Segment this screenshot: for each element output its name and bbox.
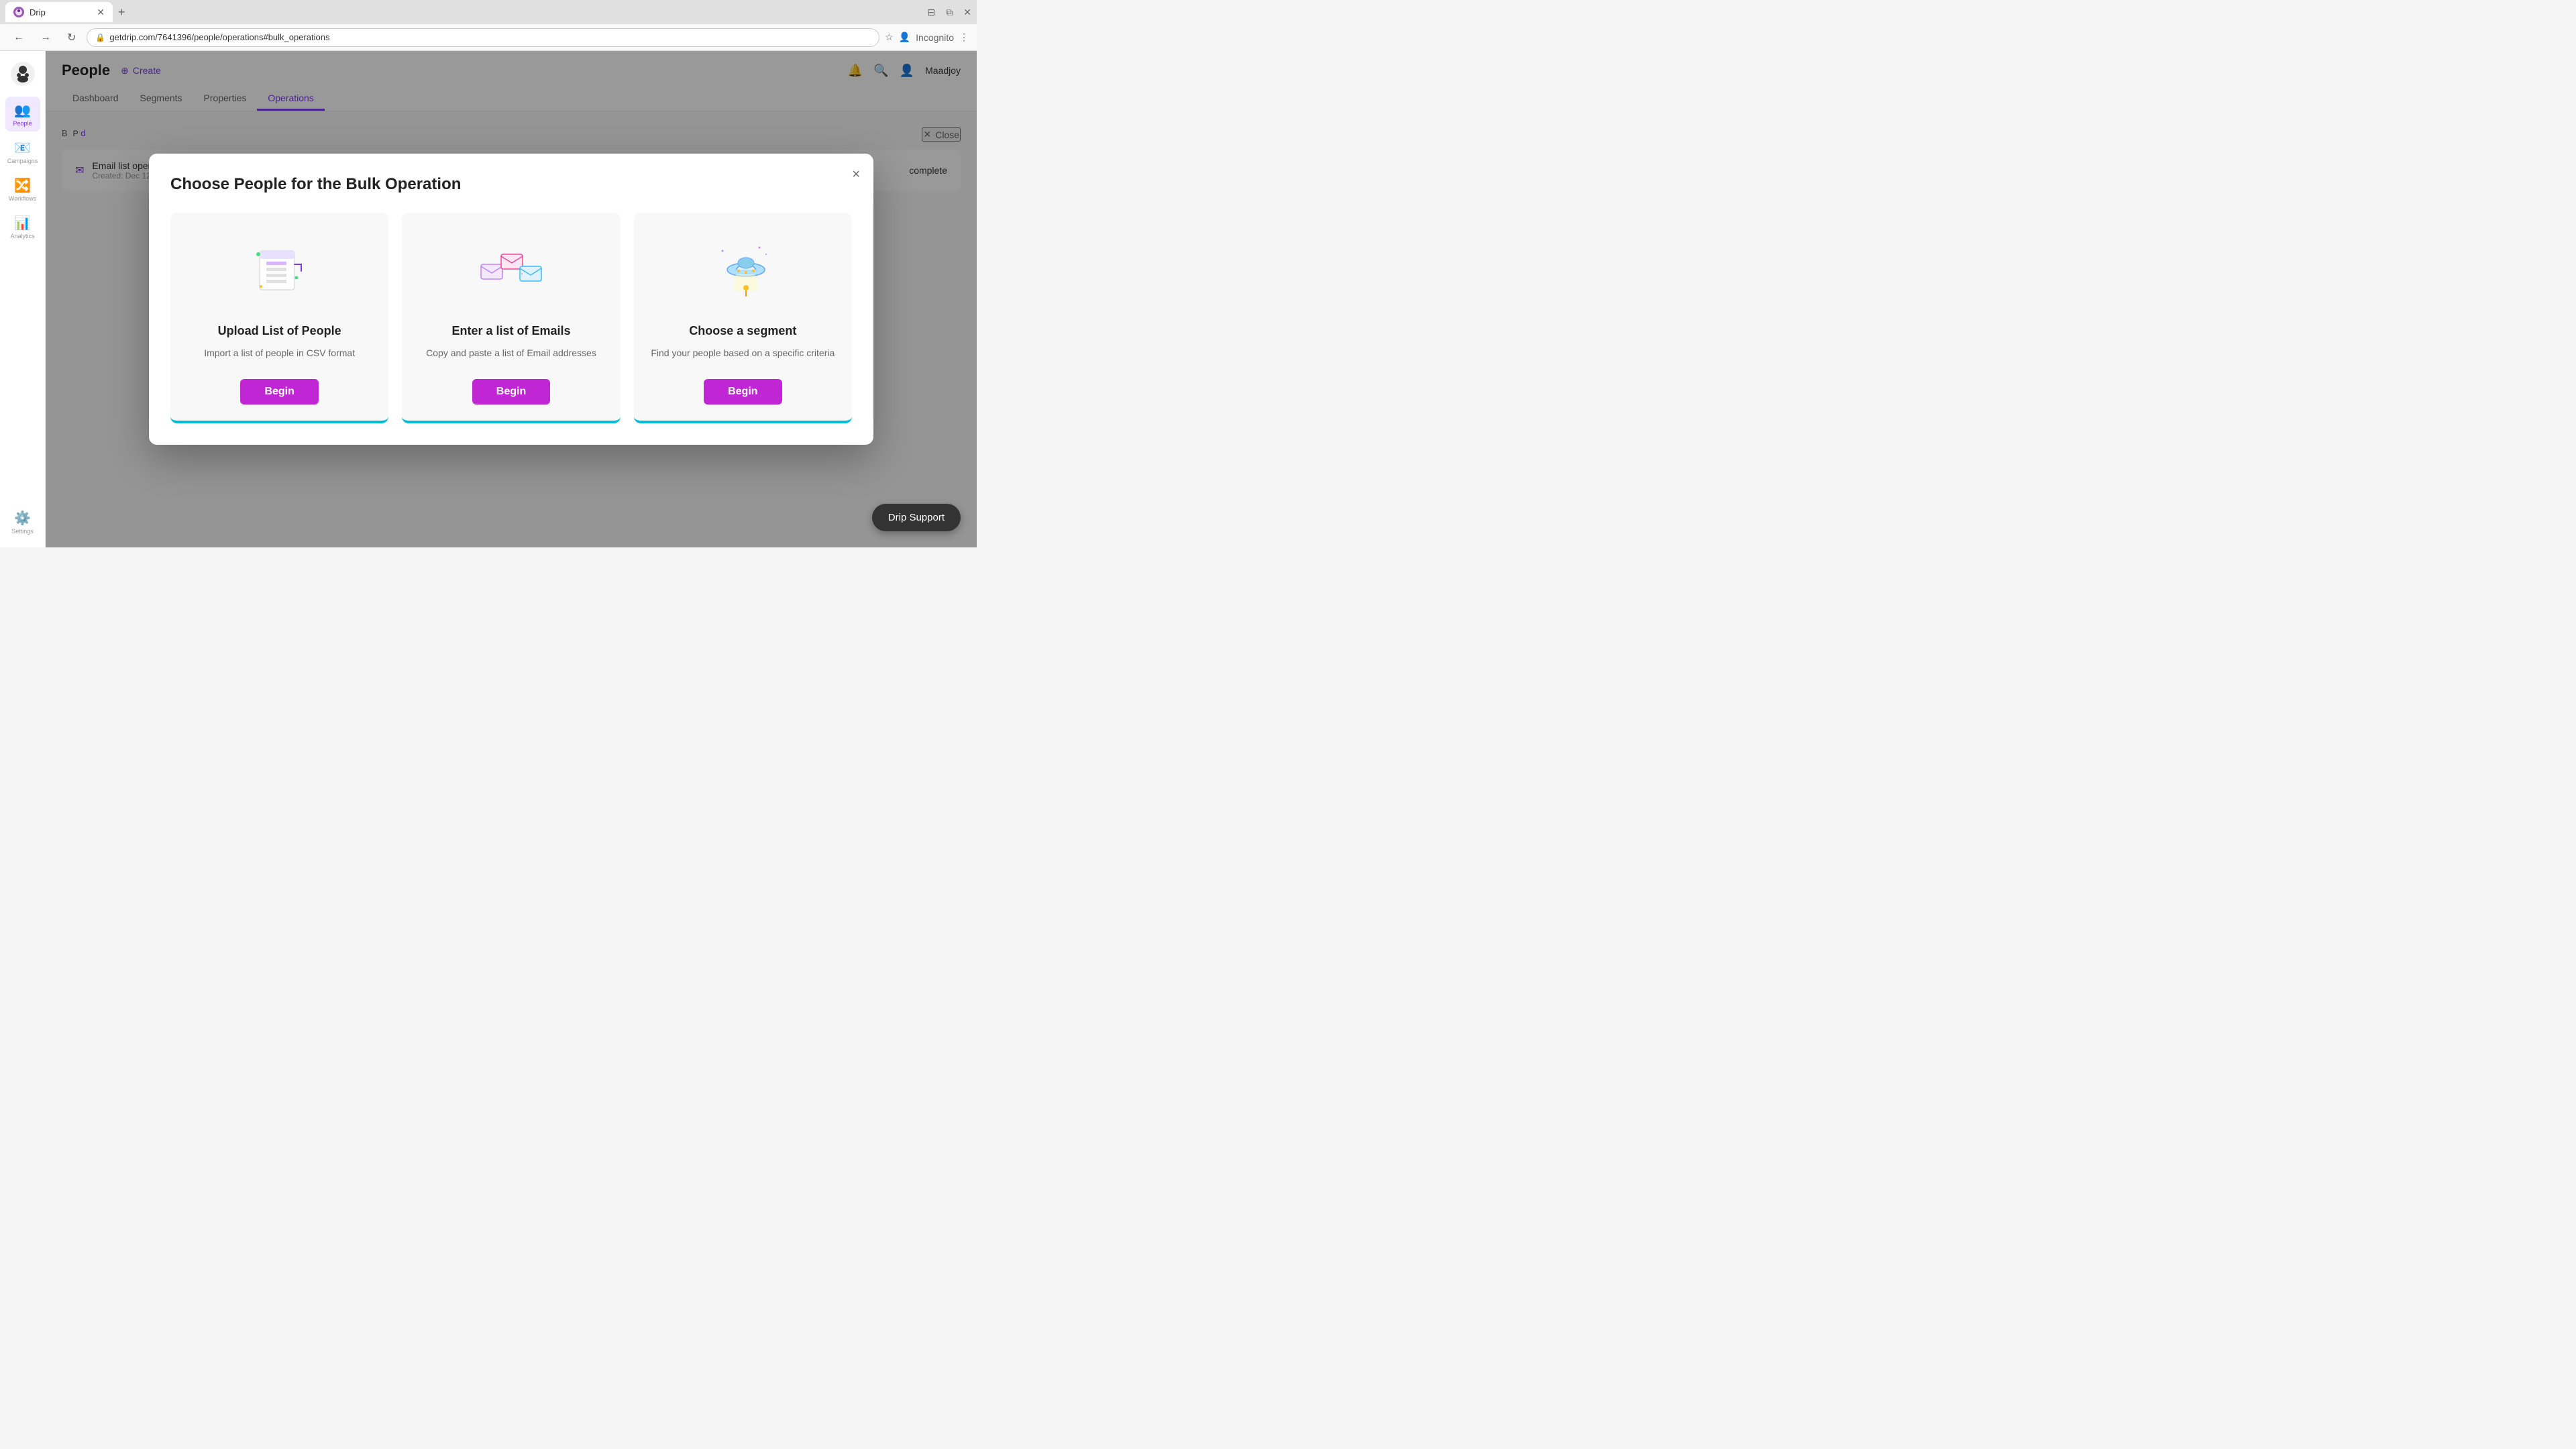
card-desc-upload: Import a list of people in CSV format: [204, 346, 355, 360]
main-content: People ⊕ Create 🔔 🔍 👤 Maadjoy Dashboard …: [46, 51, 977, 547]
incognito-label: Incognito: [916, 32, 954, 43]
lock-icon: 🔒: [95, 33, 105, 42]
sidebar-item-analytics[interactable]: 📊 Analytics: [5, 209, 40, 244]
reload-button[interactable]: ↻: [62, 28, 81, 47]
sidebar-label-workflows: Workflows: [9, 195, 36, 202]
new-tab-button[interactable]: +: [113, 5, 131, 19]
analytics-icon: 📊: [14, 215, 31, 231]
modal-cards-container: Upload List of People Import a list of p…: [170, 213, 852, 423]
sidebar: 👥 People 📧 Campaigns 🔀 Workflows 📊 Analy…: [0, 51, 46, 547]
sidebar-item-people[interactable]: 👥 People: [5, 97, 40, 131]
browser-chrome: Drip ✕ + ⊟ ⧉ ✕ ← → ↻ 🔒 getdrip.com/76413…: [0, 0, 977, 51]
email-illustration: [474, 234, 548, 308]
sidebar-item-campaigns[interactable]: 📧 Campaigns: [5, 134, 40, 169]
drip-logo: [8, 59, 38, 89]
people-icon: 👥: [14, 102, 31, 119]
back-button[interactable]: ←: [8, 29, 30, 46]
begin-button-segment[interactable]: Begin: [704, 379, 782, 405]
minimize-icon[interactable]: ⊟: [928, 7, 936, 18]
tab-title: Drip: [30, 7, 46, 17]
segment-illustration: [709, 234, 776, 308]
sidebar-item-settings[interactable]: ⚙️ Settings: [5, 504, 40, 539]
tab-favicon: [13, 7, 24, 17]
nav-right-actions: ☆ 👤 Incognito ⋮: [885, 32, 969, 43]
sidebar-label-analytics: Analytics: [10, 233, 34, 239]
workflows-icon: 🔀: [14, 177, 31, 194]
browser-tab[interactable]: Drip ✕: [5, 2, 113, 22]
card-title-segment: Choose a segment: [689, 324, 796, 338]
url-text: getdrip.com/7641396/people/operations#bu…: [109, 32, 329, 42]
settings-icon: ⚙️: [14, 510, 31, 527]
title-bar: Drip ✕ + ⊟ ⧉ ✕: [0, 0, 977, 24]
csv-illustration: [246, 234, 313, 308]
begin-button-emails[interactable]: Begin: [472, 379, 550, 405]
sidebar-label-people: People: [13, 120, 32, 127]
card-choose-segment: Choose a segment Find your people based …: [634, 213, 852, 423]
begin-button-upload[interactable]: Begin: [240, 379, 318, 405]
forward-button[interactable]: →: [35, 29, 56, 46]
sidebar-label-settings: Settings: [11, 528, 34, 535]
window-controls: ⊟ ⧉ ✕: [928, 7, 971, 18]
card-desc-segment: Find your people based on a specific cri…: [651, 346, 835, 360]
modal-dialog: Choose People for the Bulk Operation ×: [149, 154, 873, 445]
profile-icon[interactable]: 👤: [899, 32, 910, 43]
bookmark-icon[interactable]: ☆: [885, 32, 894, 43]
address-bar-row: ← → ↻ 🔒 getdrip.com/7641396/people/opera…: [0, 24, 977, 51]
tab-close-button[interactable]: ✕: [97, 7, 105, 18]
card-upload-list: Upload List of People Import a list of p…: [170, 213, 388, 423]
address-bar[interactable]: 🔒 getdrip.com/7641396/people/operations#…: [87, 28, 879, 47]
maximize-icon[interactable]: ⧉: [946, 7, 953, 18]
modal-title: Choose People for the Bulk Operation: [170, 175, 852, 194]
campaigns-icon: 📧: [14, 140, 31, 156]
card-enter-emails: Enter a list of Emails Copy and paste a …: [402, 213, 620, 423]
sidebar-item-workflows[interactable]: 🔀 Workflows: [5, 172, 40, 207]
card-title-upload: Upload List of People: [218, 324, 341, 338]
drip-support-button[interactable]: Drip Support: [872, 504, 961, 531]
app-container: 👥 People 📧 Campaigns 🔀 Workflows 📊 Analy…: [0, 51, 977, 547]
card-desc-emails: Copy and paste a list of Email addresses: [426, 346, 596, 360]
sidebar-label-campaigns: Campaigns: [7, 158, 38, 164]
menu-icon[interactable]: ⋮: [959, 32, 969, 43]
modal-overlay: Choose People for the Bulk Operation ×: [46, 51, 977, 547]
card-title-emails: Enter a list of Emails: [451, 324, 570, 338]
close-window-icon[interactable]: ✕: [963, 7, 971, 18]
modal-close-button[interactable]: ×: [852, 167, 860, 182]
